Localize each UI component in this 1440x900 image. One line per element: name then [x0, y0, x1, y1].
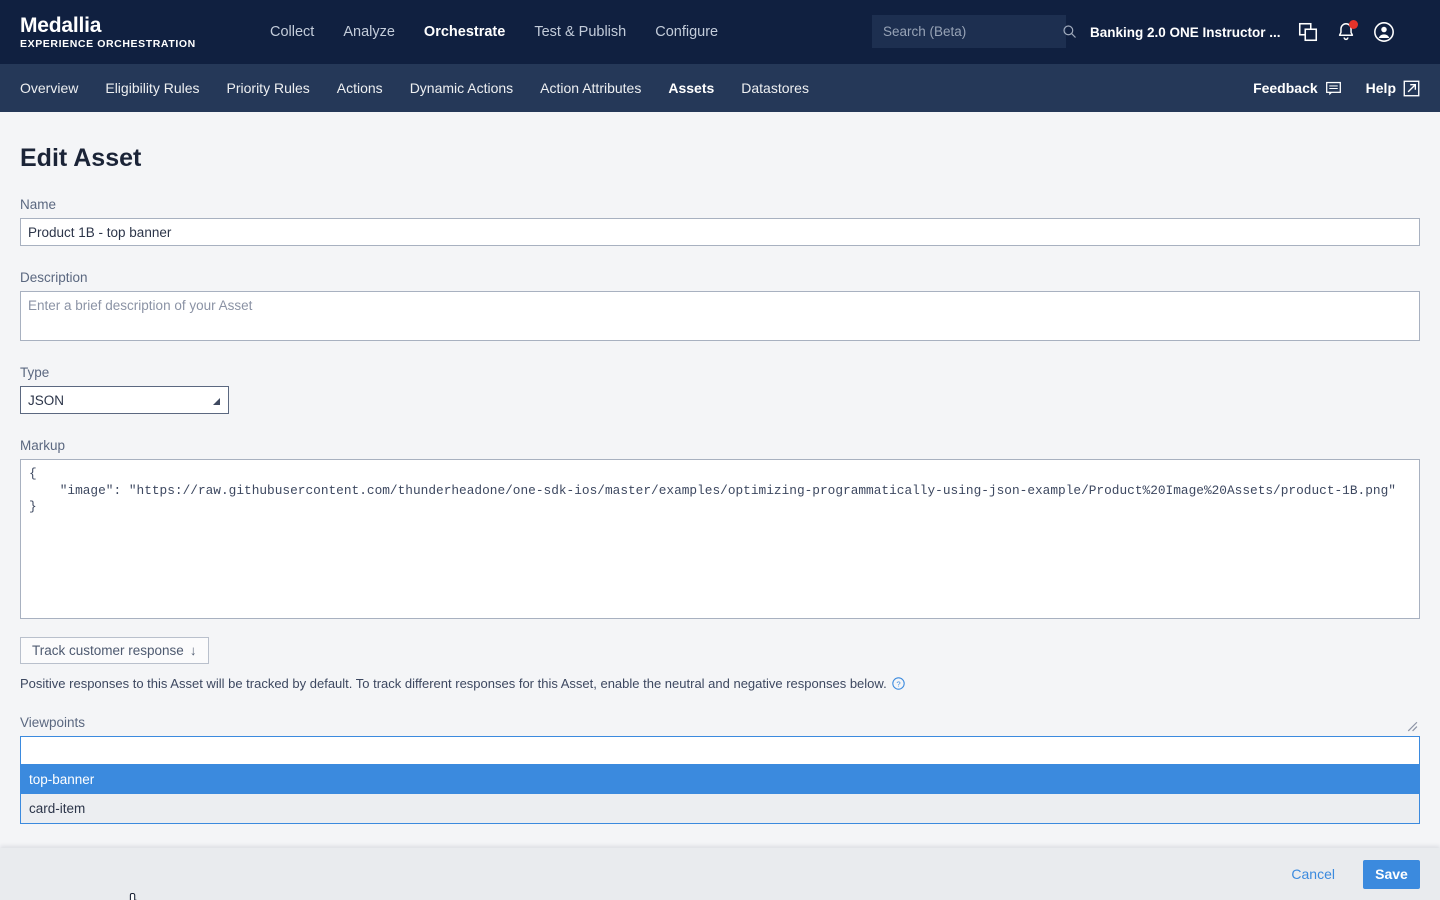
track-customer-response-label: Track customer response — [32, 643, 184, 658]
arrow-down-icon: ↓ — [189, 643, 197, 658]
cancel-button[interactable]: Cancel — [1285, 865, 1341, 883]
user-avatar-icon[interactable] — [1373, 21, 1395, 43]
form-footer: Cancel Save — [0, 848, 1440, 900]
viewpoints-label: Viewpoints — [20, 715, 86, 730]
tracking-helper-label: Positive responses to this Asset will be… — [20, 676, 887, 691]
search-input[interactable] — [881, 23, 1062, 40]
external-link-icon — [1403, 80, 1420, 96]
secondary-navigation-bar: Overview Eligibility Rules Priority Rule… — [0, 64, 1440, 112]
nav-item-configure[interactable]: Configure — [655, 24, 718, 40]
type-label: Type — [20, 365, 50, 380]
help-circle-icon[interactable]: ? — [891, 677, 905, 690]
subnav-item-overview[interactable]: Overview — [20, 80, 78, 96]
description-label: Description — [20, 270, 88, 285]
save-button[interactable]: Save — [1363, 859, 1420, 889]
help-label: Help — [1365, 80, 1396, 96]
notification-badge — [1348, 20, 1358, 29]
chevron-down-icon — [213, 398, 220, 405]
svg-text:?: ? — [896, 679, 900, 688]
notification-bell-icon[interactable] — [1335, 20, 1358, 43]
viewpoints-input[interactable] — [20, 736, 1420, 765]
primary-nav-links: Collect Analyze Orchestrate Test & Publi… — [270, 24, 718, 40]
page-title: Edit Asset — [20, 144, 142, 172]
help-button[interactable]: Help — [1366, 80, 1420, 97]
subnav-item-actions[interactable]: Actions — [337, 80, 383, 96]
brand-name: Medallia — [20, 13, 102, 37]
main-content: Edit Asset Name Description Type JSON Ma… — [0, 112, 1440, 900]
account-name[interactable]: Banking 2.0 ONE Instructor ... — [1090, 25, 1281, 40]
nav-item-orchestrate[interactable]: Orchestrate — [424, 24, 505, 40]
nav-item-test-publish[interactable]: Test & Publish — [534, 24, 626, 40]
track-customer-response-button[interactable]: Track customer response ↓ — [20, 637, 209, 664]
markup-textarea[interactable]: { "image": "https://raw.githubuserconten… — [20, 459, 1420, 619]
feedback-label: Feedback — [1253, 80, 1318, 96]
search-icon — [1063, 25, 1076, 38]
account-area: Banking 2.0 ONE Instructor ... — [1090, 0, 1395, 64]
subnav-item-priority-rules[interactable]: Priority Rules — [227, 80, 310, 96]
secondary-nav-actions: Feedback Help — [1253, 64, 1420, 112]
nav-item-collect[interactable]: Collect — [270, 24, 314, 40]
top-navigation-bar: Medallia EXPERIENCE ORCHESTRATION Collec… — [0, 0, 1440, 64]
markup-label: Markup — [20, 438, 66, 453]
brand-logo[interactable]: Medallia EXPERIENCE ORCHESTRATION — [20, 15, 235, 50]
feedback-button[interactable]: Feedback — [1253, 80, 1342, 97]
nav-item-analyze[interactable]: Analyze — [343, 24, 395, 40]
speech-bubble-icon — [1325, 81, 1341, 95]
description-textarea[interactable] — [20, 291, 1420, 341]
brand-subtitle: EXPERIENCE ORCHESTRATION — [20, 37, 196, 50]
subnav-item-eligibility-rules[interactable]: Eligibility Rules — [105, 80, 199, 96]
name-input[interactable] — [20, 218, 1420, 246]
viewpoints-combobox: top-banner card-item — [20, 736, 1420, 824]
viewpoints-option-top-banner[interactable]: top-banner — [21, 765, 1419, 794]
type-select-value: JSON — [28, 392, 65, 408]
subnav-item-datastores[interactable]: Datastores — [741, 80, 809, 96]
tracking-helper-text: Positive responses to this Asset will be… — [20, 676, 1420, 691]
viewpoints-option-list: top-banner card-item — [20, 765, 1420, 824]
type-select[interactable]: JSON — [20, 386, 229, 414]
viewpoints-option-card-item[interactable]: card-item — [21, 794, 1419, 823]
copy-icon[interactable] — [1297, 21, 1319, 43]
subnav-item-action-attributes[interactable]: Action Attributes — [540, 80, 641, 96]
global-search[interactable] — [872, 15, 1076, 48]
name-label: Name — [20, 197, 57, 212]
secondary-nav-links: Overview Eligibility Rules Priority Rule… — [20, 80, 809, 96]
subnav-item-assets[interactable]: Assets — [668, 80, 714, 96]
subnav-item-dynamic-actions[interactable]: Dynamic Actions — [410, 80, 513, 96]
